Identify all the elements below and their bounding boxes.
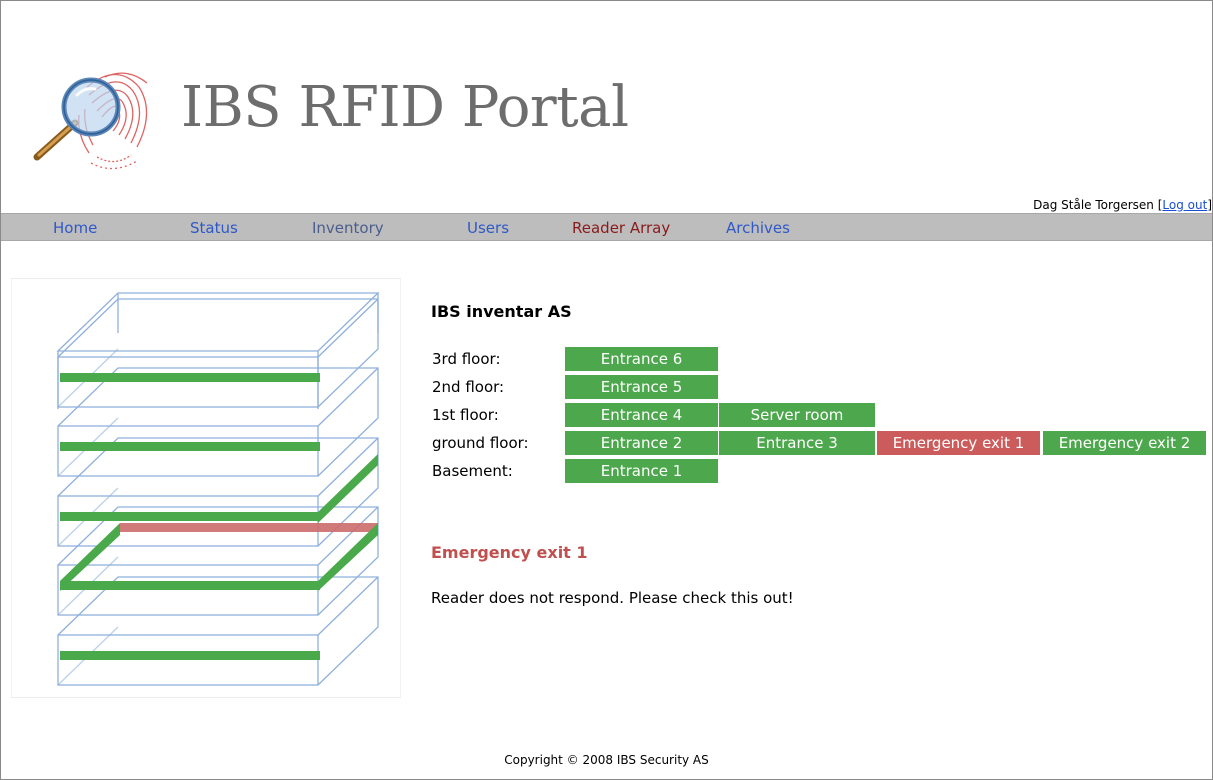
site-title: IBS RFID Portal xyxy=(181,75,629,140)
reader-button-entrance-1[interactable]: Entrance 1 xyxy=(565,459,718,483)
user-name: Dag Ståle Torgersen xyxy=(1033,198,1154,212)
reader-button-entrance-4[interactable]: Entrance 4 xyxy=(565,403,718,427)
floor-label: ground floor: xyxy=(432,434,529,452)
floor-label: 3rd floor: xyxy=(432,350,501,368)
reader-button-entrance-6[interactable]: Entrance 6 xyxy=(565,347,718,371)
user-info: Dag Ståle Torgersen [Log out] xyxy=(1033,198,1212,212)
reader-line-basement xyxy=(60,651,320,660)
logout-link[interactable]: Log out xyxy=(1162,198,1207,212)
nav-reader-array[interactable]: Reader Array xyxy=(572,219,670,237)
fingerprint-magnifier-logo-icon xyxy=(27,57,167,177)
reader-button-server-room[interactable]: Server room xyxy=(719,403,875,427)
floor-label: Basement: xyxy=(432,462,513,480)
reader-line-2nd-floor xyxy=(60,442,320,451)
bracket-close: ] xyxy=(1207,198,1212,212)
alert-message: Reader does not respond. Please check th… xyxy=(431,589,794,607)
alert-title: Emergency exit 1 xyxy=(431,543,588,562)
reader-line-3rd-floor xyxy=(60,373,320,382)
reader-lines xyxy=(60,373,378,660)
page-header: IBS RFID Portal Dag Ståle Torgersen [Log… xyxy=(1,1,1212,212)
building-wireframe xyxy=(56,292,380,686)
reader-line-ground-floor xyxy=(60,581,320,590)
reader-button-entrance-5[interactable]: Entrance 5 xyxy=(565,375,718,399)
nav-users[interactable]: Users xyxy=(467,219,509,237)
reader-button-entrance-2[interactable]: Entrance 2 xyxy=(565,431,718,455)
reader-line-server-room xyxy=(318,454,378,523)
browser-page: IBS RFID Portal Dag Ståle Torgersen [Log… xyxy=(0,0,1213,780)
company-name: IBS inventar AS xyxy=(431,302,572,321)
reader-line-1st-floor xyxy=(60,512,320,521)
nav-status[interactable]: Status xyxy=(190,219,238,237)
reader-button-emergency-exit-2[interactable]: Emergency exit 2 xyxy=(1043,431,1206,455)
building-diagram xyxy=(11,278,401,698)
reader-button-emergency-exit-1[interactable]: Emergency exit 1 xyxy=(877,431,1040,455)
reader-line-emergency-exit-1 xyxy=(120,523,378,532)
nav-home[interactable]: Home xyxy=(53,219,97,237)
floor-label: 2nd floor: xyxy=(432,378,505,396)
nav-inventory[interactable]: Inventory xyxy=(312,219,384,237)
copyright: Copyright © 2008 IBS Security AS xyxy=(504,753,709,767)
floor-label: 1st floor: xyxy=(432,406,499,424)
nav-archives[interactable]: Archives xyxy=(726,219,790,237)
reader-button-entrance-3[interactable]: Entrance 3 xyxy=(719,431,875,455)
main-navigation: Home Status Inventory Users Reader Array… xyxy=(1,213,1212,241)
